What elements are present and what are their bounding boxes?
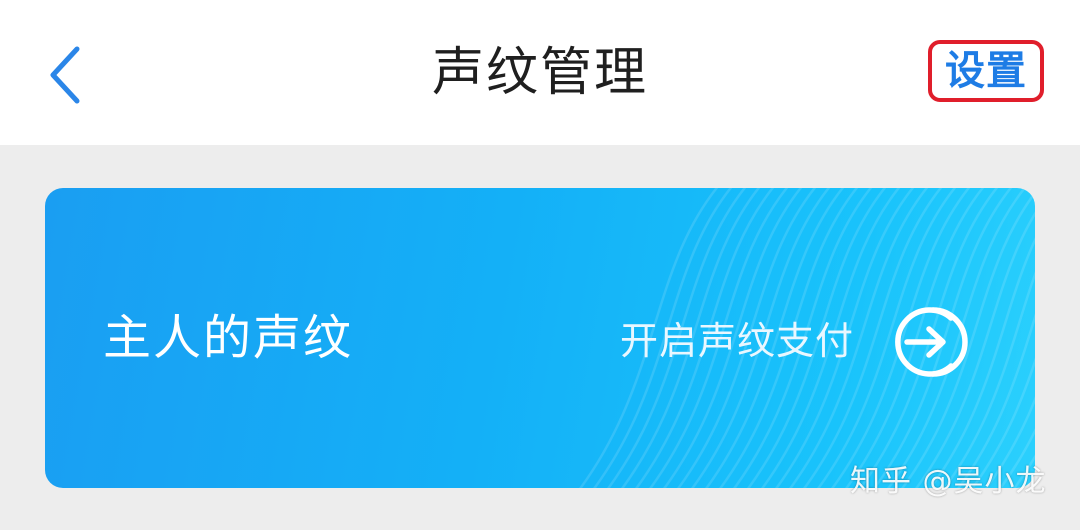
card-owner-label: 主人的声纹 bbox=[103, 310, 354, 366]
top-navigation-bar: 声纹管理 设置 bbox=[0, 0, 1080, 145]
enable-voiceprint-pay-link[interactable]: 开启声纹支付 bbox=[620, 318, 854, 364]
zhihu-watermark: 知乎 @吴小龙 bbox=[850, 464, 1047, 499]
settings-button[interactable]: 设置 bbox=[928, 40, 1044, 102]
arrow-right-circle-icon[interactable] bbox=[893, 302, 973, 382]
owner-voiceprint-card[interactable]: 主人的声纹 开启声纹支付 bbox=[45, 188, 1035, 488]
page-title: 声纹管理 bbox=[431, 43, 648, 103]
settings-label: 设置 bbox=[945, 48, 1027, 94]
